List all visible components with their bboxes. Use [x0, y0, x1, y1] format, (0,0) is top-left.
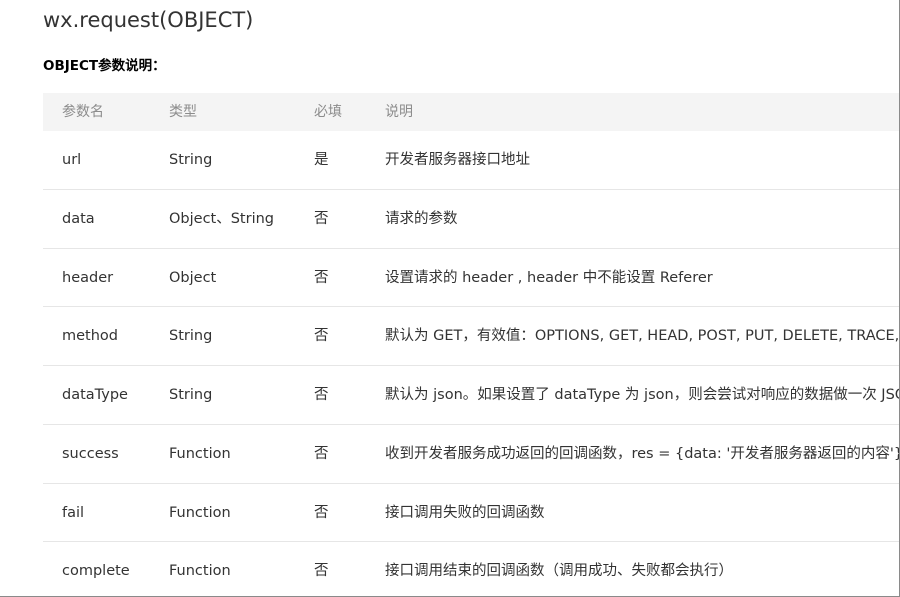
param-description: 接口调用结束的回调函数（调用成功、失败都会执行）: [385, 563, 733, 580]
param-type: String: [169, 328, 213, 345]
param-type: Function: [169, 504, 231, 521]
param-description: 开发者服务器接口地址: [385, 152, 530, 168]
table-row: data Object、String 否 请求的参数: [43, 190, 899, 249]
param-description: 默认为 GET，有效值：OPTIONS, GET, HEAD, POST, PU…: [385, 328, 900, 345]
param-name: dataType: [62, 387, 128, 403]
table-header: 参数名 类型 必填 说明: [43, 93, 899, 131]
param-description: 请求的参数: [385, 210, 458, 227]
table-row: dataType String 否 默认为 json。如果设置了 dataTyp…: [43, 366, 900, 425]
param-type: Function: [169, 445, 231, 462]
param-name: header: [62, 269, 114, 286]
table-row: complete Function 否 接口调用结束的回调函数（调用成功、失败都…: [43, 542, 899, 596]
section-subtitle: OBJECT参数说明：: [43, 58, 166, 74]
param-required: 否: [314, 328, 329, 345]
param-name: complete: [62, 563, 130, 580]
param-type: String: [169, 387, 213, 403]
table-row: fail Function 否 接口调用失败的回调函数: [43, 484, 899, 543]
table-row: success Function 否 收到开发者服务成功返回的回调函数，res …: [43, 425, 900, 484]
document-page: wx.request(OBJECT) OBJECT参数说明： 参数名 类型 必填…: [0, 0, 900, 597]
param-required: 否: [314, 445, 329, 462]
param-description: 接口调用失败的回调函数: [385, 504, 545, 521]
header-type: 类型: [169, 104, 197, 120]
param-type: Function: [169, 563, 231, 580]
param-required: 否: [314, 387, 329, 403]
param-name: success: [62, 445, 119, 462]
table-row: method String 否 默认为 GET，有效值：OPTIONS, GET…: [43, 307, 900, 366]
param-required: 是: [314, 152, 329, 168]
param-name: url: [62, 152, 82, 168]
header-description: 说明: [385, 104, 413, 120]
param-required: 否: [314, 563, 329, 580]
header-required: 必填: [314, 104, 342, 120]
table-row: url String 是 开发者服务器接口地址: [43, 131, 899, 190]
param-description: 设置请求的 header , header 中不能设置 Referer: [385, 269, 713, 286]
param-name: method: [62, 328, 118, 345]
param-name: fail: [62, 504, 85, 521]
page-title: wx.request(OBJECT): [43, 8, 254, 32]
param-name: data: [62, 210, 95, 227]
param-type: Object: [169, 269, 217, 286]
param-type: String: [169, 152, 213, 168]
parameters-table: 参数名 类型 必填 说明 url String 是 开发者服务器接口地址 dat…: [43, 93, 900, 596]
param-description: 收到开发者服务成功返回的回调函数，res = {data: '开发者服务器返回的…: [385, 445, 900, 462]
table-row: header Object 否 设置请求的 header , header 中不…: [43, 249, 899, 308]
param-required: 否: [314, 504, 329, 521]
param-description: 默认为 json。如果设置了 dataType 为 json，则会尝试对响应的数…: [385, 387, 900, 403]
param-type: Object、String: [169, 210, 274, 227]
param-required: 否: [314, 210, 329, 227]
header-param-name: 参数名: [62, 104, 104, 120]
param-required: 否: [314, 269, 329, 286]
